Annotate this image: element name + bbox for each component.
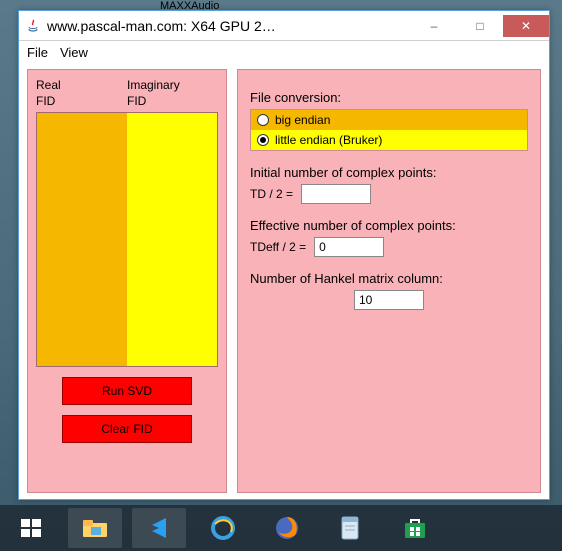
store-icon bbox=[402, 516, 428, 540]
radio-icon bbox=[257, 114, 269, 126]
taskbar-notepad[interactable] bbox=[324, 508, 378, 548]
close-button[interactable]: ✕ bbox=[503, 15, 549, 37]
taskbar-vscode[interactable] bbox=[132, 508, 186, 548]
td-label: Initial number of complex points: bbox=[250, 165, 528, 180]
td-input[interactable] bbox=[301, 184, 371, 204]
radio-little-endian-label: little endian (Bruker) bbox=[275, 133, 382, 147]
hankel-input[interactable] bbox=[354, 290, 424, 310]
vscode-icon bbox=[146, 515, 172, 541]
minimize-button[interactable]: – bbox=[411, 15, 457, 37]
radio-big-endian-label: big endian bbox=[275, 113, 330, 127]
imaginary-fid-header: ImaginaryFID bbox=[127, 78, 218, 112]
right-panel: File conversion: big endian little endia… bbox=[237, 69, 541, 493]
maximize-button[interactable]: □ bbox=[457, 15, 503, 37]
menu-file[interactable]: File bbox=[27, 45, 48, 60]
titlebar[interactable]: www.pascal-man.com: X64 GPU 2… – □ ✕ bbox=[19, 11, 549, 41]
taskbar-ie[interactable] bbox=[196, 508, 250, 548]
endian-radio-group: big endian little endian (Bruker) bbox=[250, 109, 528, 151]
tdeff-label: Effective number of complex points: bbox=[250, 218, 528, 233]
ie-icon bbox=[209, 514, 237, 542]
run-svd-button[interactable]: Run SVD bbox=[62, 377, 192, 405]
file-conversion-label: File conversion: bbox=[250, 90, 528, 105]
taskbar-store[interactable] bbox=[388, 508, 442, 548]
notepad-icon bbox=[339, 514, 363, 542]
taskbar-firefox[interactable] bbox=[260, 508, 314, 548]
tdeff-input[interactable] bbox=[314, 237, 384, 257]
radio-big-endian[interactable]: big endian bbox=[251, 110, 527, 130]
fid-plot-real bbox=[37, 113, 127, 366]
menubar: File View bbox=[19, 41, 549, 63]
real-fid-header: RealFID bbox=[36, 78, 127, 112]
taskbar bbox=[0, 505, 562, 551]
tdeff-prefix: TDeff / 2 = bbox=[250, 240, 306, 254]
radio-icon bbox=[257, 134, 269, 146]
firefox-icon bbox=[274, 515, 300, 541]
clear-fid-button[interactable]: Clear FID bbox=[62, 415, 192, 443]
app-window: www.pascal-man.com: X64 GPU 2… – □ ✕ Fil… bbox=[18, 10, 550, 500]
taskbar-file-explorer[interactable] bbox=[68, 508, 122, 548]
window-title: www.pascal-man.com: X64 GPU 2… bbox=[47, 18, 411, 34]
hankel-label: Number of Hankel matrix column: bbox=[250, 271, 528, 286]
fid-plot bbox=[36, 112, 218, 367]
folder-icon bbox=[81, 517, 109, 539]
fid-plot-imaginary bbox=[127, 113, 217, 366]
windows-icon bbox=[19, 516, 43, 540]
td-prefix: TD / 2 = bbox=[250, 187, 293, 201]
left-panel: RealFID ImaginaryFID Run SVD Clear FID bbox=[27, 69, 227, 493]
menu-view[interactable]: View bbox=[60, 45, 88, 60]
radio-little-endian[interactable]: little endian (Bruker) bbox=[251, 130, 527, 150]
start-button[interactable] bbox=[4, 508, 58, 548]
java-icon bbox=[25, 18, 41, 34]
